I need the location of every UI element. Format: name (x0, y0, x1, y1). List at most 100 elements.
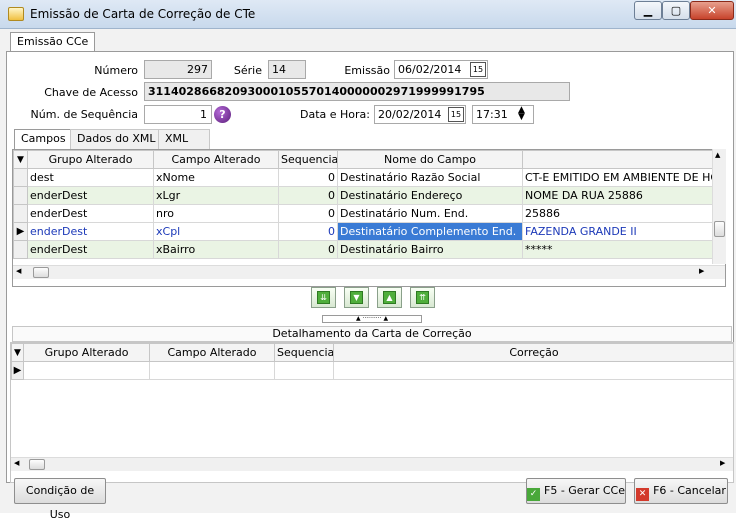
numero-field[interactable]: 297 (144, 60, 212, 79)
cell[interactable]: enderDest (27, 240, 154, 259)
tab-xml[interactable]: XML (158, 129, 210, 149)
emissao-label: Emissão (344, 64, 390, 77)
row-indicator[interactable] (13, 168, 28, 187)
minimize-button[interactable]: ▁ (634, 1, 662, 20)
cell[interactable]: xCpl (153, 222, 279, 241)
cell-focused[interactable]: Destinatário Complemento End. (337, 222, 523, 241)
condicao-uso-button[interactable]: Condição de Uso (14, 478, 106, 521)
scroll-thumb[interactable] (714, 221, 725, 237)
move-up-button[interactable]: ▲ (377, 287, 402, 308)
calendar-icon[interactable]: 15 (448, 107, 464, 122)
table-row[interactable]: enderDest xBairro 0 Destinatário Bairro … (13, 240, 725, 259)
grid-vscrollbar[interactable]: ▲ (712, 149, 726, 264)
cell[interactable]: Destinatário Endereço (337, 186, 523, 205)
chevron-down-icon: ▼ (350, 291, 363, 304)
grid-menu-icon[interactable]: ▼ (11, 343, 24, 362)
scroll-right-icon[interactable]: ▶ (720, 459, 725, 467)
gerar-cce-button[interactable]: ✓ F5 - Gerar CCe (526, 478, 626, 504)
double-chevron-up-icon: ⇈ (416, 291, 429, 304)
scroll-right-icon[interactable]: ▶ (699, 267, 704, 275)
cell[interactable]: ***** (522, 240, 725, 259)
cell[interactable]: 0 (278, 186, 338, 205)
serie-field[interactable]: 14 (268, 60, 306, 79)
cell[interactable] (23, 361, 150, 380)
col-campo[interactable]: Campo Alterado (153, 150, 279, 169)
scroll-left-icon[interactable]: ◀ (16, 267, 21, 275)
cell[interactable]: dest (27, 168, 154, 187)
grid-menu-icon[interactable]: ▼ (13, 150, 28, 169)
scroll-up-icon[interactable]: ▲ (715, 151, 720, 159)
move-all-down-button[interactable]: ⇊ (311, 287, 336, 308)
col-grupo[interactable]: Grupo Alterado (23, 343, 150, 362)
row-indicator[interactable] (13, 240, 28, 259)
tab-campos[interactable]: Campos (14, 129, 73, 150)
cell[interactable] (149, 361, 275, 380)
cell[interactable]: nro (153, 204, 279, 223)
title-bar: Emissão de Carta de Correção de CTe ▁ ▢ … (0, 0, 736, 29)
tab-emissao-cce[interactable]: Emissão CCe (10, 32, 96, 52)
cell[interactable]: Destinatário Razão Social (337, 168, 523, 187)
table-row[interactable]: enderDest nro 0 Destinatário Num. End. 2… (13, 204, 725, 223)
cell[interactable]: 0 (278, 168, 338, 187)
grid-hscrollbar[interactable]: ◀ ▶ (13, 265, 725, 279)
table-row[interactable]: ▶ (11, 361, 733, 380)
emissao-field[interactable]: 06/02/2014 15 (394, 60, 488, 79)
cell[interactable]: 0 (278, 222, 338, 241)
check-icon: ✓ (527, 488, 540, 501)
cell[interactable]: enderDest (27, 186, 154, 205)
scroll-thumb[interactable] (33, 267, 49, 278)
chevron-up-icon: ▲ (383, 291, 396, 304)
seq-field[interactable]: 1 (144, 105, 212, 124)
cell[interactable] (333, 361, 733, 380)
cell[interactable]: CT-E EMITIDO EM AMBIENTE DE HOMC (522, 168, 725, 187)
cell[interactable] (274, 361, 334, 380)
cell[interactable]: 0 (278, 204, 338, 223)
cancelar-button[interactable]: ✕ F6 - Cancelar (634, 478, 728, 504)
detail-title: Detalhamento da Carta de Correção (12, 326, 732, 342)
app-icon (8, 7, 24, 21)
move-down-button[interactable]: ▼ (344, 287, 369, 308)
calendar-icon[interactable]: 15 (470, 62, 486, 77)
hora-field[interactable]: 17:31 ▲ ▼ (472, 105, 534, 124)
close-icon: ✕ (636, 488, 650, 501)
col-sequencia[interactable]: Sequencia (274, 343, 334, 362)
tab-label: XML (165, 132, 189, 145)
time-spinner-icon[interactable]: ▲ ▼ (518, 106, 532, 122)
table-row[interactable]: enderDest xLgr 0 Destinatário Endereço N… (13, 186, 725, 205)
col-sequencia[interactable]: Sequencia (278, 150, 338, 169)
row-indicator[interactable] (13, 204, 28, 223)
cell[interactable]: xBairro (153, 240, 279, 259)
col-correcao[interactable]: Correção (333, 343, 733, 362)
help-icon[interactable]: ? (214, 106, 231, 123)
cell[interactable]: 0 (278, 240, 338, 259)
data-field[interactable]: 20/02/2014 15 (374, 105, 466, 124)
detail-hscrollbar[interactable]: ◀ ▶ (11, 457, 733, 471)
close-button[interactable]: ✕ (690, 1, 734, 20)
cell[interactable]: xLgr (153, 186, 279, 205)
cell[interactable]: enderDest (27, 204, 154, 223)
cell[interactable]: NOME DA RUA 25886 (522, 186, 725, 205)
current-row-arrow-icon[interactable]: ▶ (13, 222, 28, 241)
cell[interactable]: enderDest (27, 222, 154, 241)
cell[interactable]: FAZENDA GRANDE II (522, 222, 725, 241)
table-row[interactable]: dest xNome 0 Destinatário Razão Social C… (13, 168, 725, 187)
scroll-thumb[interactable] (29, 459, 45, 470)
col-grupo[interactable]: Grupo Alterado (27, 150, 154, 169)
cell[interactable]: Destinatário Bairro (337, 240, 523, 259)
row-indicator[interactable] (13, 186, 28, 205)
scroll-left-icon[interactable]: ◀ (14, 459, 19, 467)
maximize-button[interactable]: ▢ (662, 1, 690, 20)
col-valor[interactable]: Va (522, 150, 725, 169)
col-nome-campo[interactable]: Nome do Campo (337, 150, 523, 169)
current-row-arrow-icon[interactable]: ▶ (11, 361, 24, 380)
chave-field[interactable]: 3114028668209300010557014000000297199999… (144, 82, 570, 101)
splitter-handle[interactable]: ▲ ·········· ▲ (322, 315, 422, 323)
table-row-selected[interactable]: ▶ enderDest xCpl 0 Destinatário Compleme… (13, 222, 725, 241)
cell[interactable]: xNome (153, 168, 279, 187)
cell[interactable]: 25886 (522, 204, 725, 223)
cell[interactable]: Destinatário Num. End. (337, 204, 523, 223)
col-campo[interactable]: Campo Alterado (149, 343, 275, 362)
tab-dados-xml[interactable]: Dados do XML (70, 129, 163, 149)
move-all-up-button[interactable]: ⇈ (410, 287, 435, 308)
button-label: F5 - Gerar CCe (544, 484, 625, 497)
